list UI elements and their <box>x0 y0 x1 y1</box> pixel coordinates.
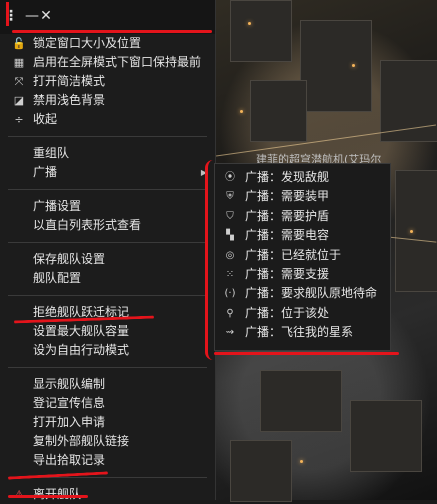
menu-item-keep-on-top[interactable]: ▦ 启用在全屏模式下窗口保持最前 <box>0 53 215 72</box>
fullscreen-icon: ▦ <box>13 56 25 69</box>
red-annotation-underline <box>214 352 399 355</box>
submenu-item-label: 广播：需要电容 <box>245 228 330 243</box>
red-annotation-underline <box>12 30 212 33</box>
structure-light <box>240 110 243 113</box>
collapse-icon: ÷ <box>14 113 24 126</box>
menu-item-compact-mode[interactable]: ⤧ 打开简洁模式 <box>0 72 215 91</box>
submenu-item-need-capacitor[interactable]: ▚ 广播：需要电容 <box>215 226 390 245</box>
structure-block <box>260 370 342 432</box>
structure-light <box>248 22 251 25</box>
menu-item-export-loot-log[interactable]: 导出拾取记录 <box>0 451 215 470</box>
hold-position-icon: (·) <box>224 288 236 300</box>
close-button[interactable]: ✕ <box>38 8 54 24</box>
menu-item-disable-light-background[interactable]: ◪ 禁用浅色背景 <box>0 91 215 110</box>
submenu-item-in-position[interactable]: ◎ 广播：已经就位于 <box>215 246 390 265</box>
red-annotation-bracket <box>205 160 218 360</box>
capacitor-icon: ▚ <box>226 230 234 242</box>
submenu-item-label: 广播：已经就位于 <box>245 247 342 262</box>
submenu-item-need-backup[interactable]: ⁙ 广播：需要支援 <box>215 265 390 284</box>
red-annotation-underline <box>8 495 88 498</box>
background-icon: ◪ <box>13 94 25 107</box>
structure-block <box>380 60 437 142</box>
target-icon: ⦿ <box>225 172 235 183</box>
menu-item-label: 锁定窗口大小及位置 <box>33 36 142 50</box>
structure-light <box>300 460 303 463</box>
menu-divider <box>8 136 207 137</box>
submenu-item-label: 广播：需要护盾 <box>245 208 330 223</box>
in-position-icon: ◎ <box>225 249 235 261</box>
structure-block <box>230 0 292 62</box>
support-icon: ⁙ <box>225 268 235 280</box>
submenu-item-hold-position[interactable]: (·) 广播：要求舰队原地待命 <box>215 284 390 303</box>
menu-divider <box>8 189 207 190</box>
broadcast-submenu: ⦿ 广播：发现敌舰 ⛨ 广播：需要装甲 ⛉ 广播：需要护盾 ▚ 广播：需要电容 … <box>214 163 391 351</box>
window-titlebar: ⋮ — ✕ <box>0 0 215 34</box>
submenu-item-location[interactable]: ⚲ 广播：位于该处 <box>215 304 390 323</box>
fleet-window: ⋮ — ✕ 🔓 锁定窗口大小及位置 ▦ 启用在全屏模式下窗口保持最前 ⤧ 打开简… <box>0 0 216 501</box>
menu-item-collapse[interactable]: ÷ 收起 <box>0 110 215 129</box>
menu-divider <box>8 242 207 243</box>
compact-icon: ⤧ <box>14 75 24 88</box>
submenu-item-warp-to-my-system[interactable]: ⇝ 广播：飞往我的星系 <box>215 323 390 342</box>
submenu-item-label: 广播：需要装甲 <box>245 189 330 204</box>
structure-block <box>250 80 307 142</box>
submenu-item-need-armor[interactable]: ⛨ 广播：需要装甲 <box>215 187 390 206</box>
menu-item-save-fleet-setup[interactable]: 保存舰队设置 <box>0 250 215 269</box>
menu-item-lock-window[interactable]: 🔓 锁定窗口大小及位置 <box>0 34 215 53</box>
structure-light <box>410 230 413 233</box>
menu-item-show-fleet-composition[interactable]: 显示舰队编制 <box>0 375 215 394</box>
menu-item-label: 收起 <box>33 112 58 126</box>
red-annotation-mark <box>6 2 14 26</box>
submenu-item-label: 广播：飞往我的星系 <box>245 325 354 340</box>
menu-item-regroup[interactable]: 重组队 <box>0 144 215 163</box>
menu-item-fleet-config[interactable]: 舰队配置 <box>0 269 215 288</box>
location-icon: ⚲ <box>226 307 234 319</box>
menu-item-label: 离开舰队 <box>33 487 82 501</box>
menu-item-label: 禁用浅色背景 <box>33 93 106 107</box>
submenu-item-enemy-spotted[interactable]: ⦿ 广播：发现敌舰 <box>215 168 390 187</box>
menu-item-free-move-mode[interactable]: 设为自由行动模式 <box>0 341 215 360</box>
armor-icon: ⛨ <box>226 191 234 203</box>
menu-item-copy-fleet-link[interactable]: 复制外部舰队链接 <box>0 432 215 451</box>
lock-icon: 🔓 <box>12 37 26 50</box>
structure-light <box>352 64 355 67</box>
structure-block <box>230 440 292 502</box>
warp-icon: ⇝ <box>225 327 235 339</box>
structure-block <box>350 400 422 472</box>
menu-item-broadcast-settings[interactable]: 广播设置 <box>0 197 215 216</box>
menu-item-set-max-fleet-size[interactable]: 设置最大舰队容量 <box>0 322 215 341</box>
menu-item-broadcast[interactable]: 广播 ▶ <box>0 163 215 182</box>
submenu-item-label: 广播：要求舰队原地待命 <box>245 286 378 301</box>
menu-item-open-join-requests[interactable]: 打开加入申请 <box>0 413 215 432</box>
menu-item-label: 广播 <box>33 165 58 179</box>
menu-item-register-advert[interactable]: 登记宣传信息 <box>0 394 215 413</box>
shield-icon: ⛉ <box>226 210 234 222</box>
context-menu: 🔓 锁定窗口大小及位置 ▦ 启用在全屏模式下窗口保持最前 ⤧ 打开简洁模式 ◪ … <box>0 34 215 504</box>
menu-divider <box>8 295 207 296</box>
menu-item-view-as-list[interactable]: 以直白列表形式查看 <box>0 216 215 235</box>
menu-item-label: 打开简洁模式 <box>33 74 106 88</box>
structure-block <box>300 20 372 112</box>
submenu-item-need-shield[interactable]: ⛉ 广播：需要护盾 <box>215 207 390 226</box>
structure-block <box>395 170 437 292</box>
submenu-item-label: 广播：发现敌舰 <box>245 170 330 184</box>
menu-divider <box>8 367 207 368</box>
submenu-item-label: 广播：位于该处 <box>245 305 330 320</box>
submenu-item-label: 广播：需要支援 <box>245 266 330 281</box>
menu-item-label: 启用在全屏模式下窗口保持最前 <box>33 55 202 69</box>
